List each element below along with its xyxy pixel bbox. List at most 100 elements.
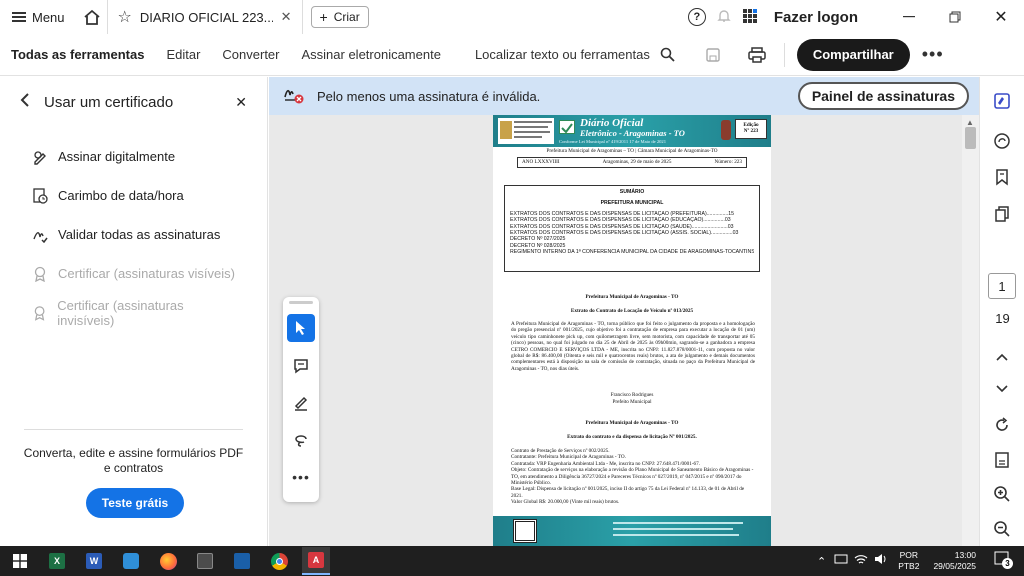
certify-visible-item[interactable]: Certificar (assinaturas visíveis) (0, 254, 267, 293)
home-icon[interactable] (77, 9, 107, 25)
search-icon (660, 47, 675, 62)
municipality-logo (498, 118, 554, 144)
tool-edit[interactable]: Editar (155, 34, 211, 76)
certify-visible-icon (34, 266, 46, 282)
document-tab[interactable]: ☆ DIARIO OFICIAL 223.... ✕ (106, 0, 303, 34)
menu-button[interactable]: Menu (0, 0, 77, 34)
start-button[interactable] (6, 547, 34, 575)
certify-invisible-label: Certificar (assinaturas invisíveis) (57, 297, 184, 328)
issue-info-box: ANO LXXXVIIII Aragominas, 29 de maio de … (517, 157, 747, 168)
section1-body: A Prefeitura Municipal de Aragominas - T… (511, 321, 755, 372)
edition-label: Edição (743, 122, 759, 128)
certify-invisible-icon (34, 305, 45, 321)
section1-title: Extrato do Contrato de Locação de Veícul… (570, 308, 694, 314)
firefox-taskbar-button[interactable] (154, 547, 182, 575)
more-tools-icon[interactable]: ••• (287, 463, 315, 491)
clock-date: 29/05/2025 (933, 561, 976, 571)
restore-icon[interactable] (932, 11, 978, 23)
banner-message: Pelo menos uma assinatura é inválida. (317, 88, 541, 104)
calculator-taskbar-button[interactable] (191, 547, 219, 575)
bookmark-icon[interactable] (990, 165, 1014, 189)
brand-emblem (559, 120, 575, 134)
summary-item: REGIMENTO INTERNO DA 1ª CONFERÊNCIA MUNI… (510, 249, 754, 256)
page-number-input[interactable]: 1 (988, 273, 1016, 299)
highlight-tool-button[interactable] (287, 389, 315, 417)
search-tools-field[interactable]: Localizar texto ou ferramentas (464, 34, 686, 76)
star-icon[interactable]: ☆ (118, 7, 132, 27)
page-size-icon[interactable] (990, 448, 1014, 472)
comment-tool-button[interactable] (287, 352, 315, 380)
vertical-scrollbar[interactable]: ▲ (962, 115, 979, 546)
menu-label: Menu (32, 9, 65, 25)
free-trial-button[interactable]: Teste grátis (86, 488, 184, 518)
tray-expand-icon[interactable]: ⌃ (817, 555, 826, 568)
panel-divider (24, 429, 243, 430)
tool-esign[interactable]: Assinar eletronicamente (290, 34, 451, 76)
timestamp-item[interactable]: Carimbo de data/hora (0, 176, 267, 215)
calculator-icon (197, 553, 213, 569)
minimize-icon[interactable] (886, 16, 932, 18)
edition-number: Nº 223 (743, 128, 759, 135)
certify-invisible-item[interactable]: Certificar (assinaturas invisíveis) (0, 293, 267, 332)
more-options-icon[interactable]: ••• (922, 44, 944, 65)
signature-panel-button[interactable]: Painel de assinaturas (797, 82, 969, 110)
back-icon[interactable] (20, 93, 30, 111)
volume-icon[interactable] (874, 552, 888, 570)
scroll-up-arrow[interactable]: ▲ (966, 118, 974, 127)
apps-grid-icon[interactable] (742, 8, 758, 27)
draw-tool-button[interactable] (287, 426, 315, 454)
word-taskbar-button[interactable]: W (80, 547, 108, 575)
tool-all-tools[interactable]: Todas as ferramentas (0, 34, 155, 76)
close-window-icon[interactable]: ✕ (978, 7, 1024, 27)
chrome-taskbar-button[interactable] (265, 547, 293, 575)
remote-desktop-icon (123, 553, 139, 569)
sign-digitally-item[interactable]: Assinar digitalmente (0, 137, 267, 176)
pages-icon[interactable] (990, 202, 1014, 226)
sign-in-button[interactable]: Fazer logon (774, 9, 858, 26)
photos-taskbar-button[interactable] (228, 547, 256, 575)
fill-sign-icon[interactable] (990, 89, 1014, 113)
lasso-icon (295, 435, 307, 447)
bell-icon[interactable] (716, 8, 732, 27)
issue-year: ANO LXXXVIIII (522, 159, 560, 166)
section2-line: Base Legal: Dispensa de licitação nº 001… (511, 486, 745, 499)
next-page-icon[interactable] (990, 377, 1014, 401)
validate-signature-icon (33, 231, 48, 243)
toolbar-divider (783, 42, 785, 67)
close-panel-icon[interactable]: ✕ (235, 94, 247, 111)
tool-convert[interactable]: Converter (211, 34, 290, 76)
network-icon[interactable] (834, 552, 848, 570)
total-pages: 19 (995, 311, 1010, 326)
excel-taskbar-button[interactable]: X (43, 547, 71, 575)
coat-of-arms-icon (721, 120, 731, 140)
wifi-icon[interactable] (854, 552, 868, 570)
help-icon[interactable]: ? (687, 8, 706, 26)
language-indicator[interactable]: POR PTB2 (898, 550, 919, 572)
scroll-thumb[interactable] (965, 127, 976, 149)
zoom-out-icon[interactable] (990, 517, 1014, 541)
remote-desktop-taskbar-button[interactable] (117, 547, 145, 575)
rotate-icon[interactable] (990, 413, 1014, 437)
clock-time: 13:00 (954, 550, 976, 560)
previous-page-icon[interactable] (990, 345, 1014, 369)
clock[interactable]: 13:00 29/05/2025 (933, 550, 976, 572)
save-icon[interactable] (698, 47, 728, 63)
share-button[interactable]: Compartilhar (796, 38, 910, 71)
zoom-in-icon[interactable] (990, 482, 1014, 506)
select-tool-button[interactable] (287, 314, 315, 342)
validate-signatures-item[interactable]: Validar todas as assinaturas (0, 215, 267, 254)
section2-line: Objeto: Contratação de serviços na elabo… (511, 467, 754, 487)
print-icon[interactable] (742, 46, 772, 63)
document-viewer[interactable]: ••• Diário Oficial Eletrônico - Aragomin… (269, 115, 979, 546)
drag-handle[interactable] (289, 301, 313, 304)
comments-icon[interactable] (990, 129, 1014, 153)
acrobat-taskbar-button[interactable]: A (302, 547, 330, 575)
create-button[interactable]: + Criar (310, 6, 369, 28)
close-tab-icon[interactable]: ✕ (281, 9, 292, 25)
edition-box: Edição Nº 223 (735, 119, 767, 139)
notifications-button[interactable]: 3 (994, 551, 1014, 571)
windows-taskbar: X W A ⌃ POR PTB2 13:00 29/05/2025 3 (0, 546, 1024, 576)
sign-digitally-label: Assinar digitalmente (58, 149, 176, 164)
section2-line: Valor Global R$: 20.000,00 (Vinte mil re… (511, 499, 620, 506)
plus-icon: + (319, 9, 328, 25)
